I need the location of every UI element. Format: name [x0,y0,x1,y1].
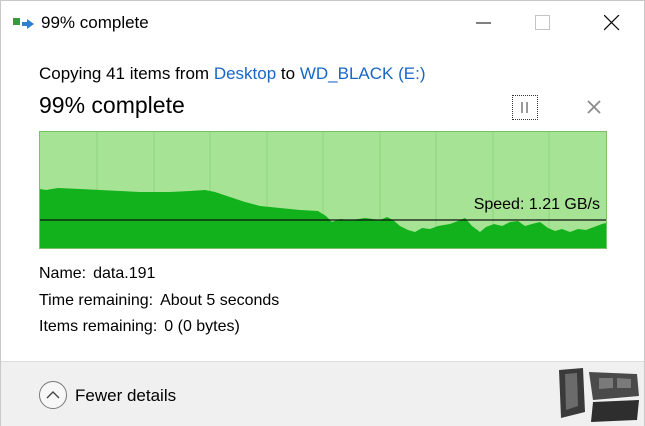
fewer-details-label: Fewer details [75,386,177,405]
time-remaining-label: Time remaining: [39,292,154,309]
pause-button[interactable] [512,95,538,120]
cancel-icon[interactable] [585,98,603,116]
close-icon [604,15,620,31]
name-value: data.191 [93,265,156,282]
file-copy-dialog: 99% complete Copying 41 items from Deskt… [0,0,645,426]
maximize-button[interactable] [520,1,566,46]
close-button[interactable] [589,1,635,46]
file-copy-icon [13,18,34,29]
destination-link[interactable]: WD_BLACK (E:) [300,64,426,83]
window-title: 99% complete [41,13,149,32]
name-label: Name: [39,265,87,282]
time-remaining-value: About 5 seconds [160,292,280,309]
speed-label: Speed: 1.21 GB/s [473,196,600,213]
source-link[interactable]: Desktop [214,64,276,83]
copy-summary: Copying 41 items from Desktop to WD_BLAC… [39,64,425,84]
title-bar: 99% complete [1,1,644,46]
dialog-footer: Fewer details [1,361,644,426]
copy-prefix-text: Copying 41 items from [39,64,210,83]
time-remaining-row: Time remaining: About 5 seconds [39,292,279,310]
items-remaining-row: Items remaining: 0 (0 bytes) [39,318,240,336]
connector-text: to [280,64,296,83]
site-logo-watermark [559,368,639,422]
minimize-icon [476,22,491,24]
progress-percent-heading: 99% complete [39,92,185,118]
speed-graph-canvas [40,132,606,248]
speed-graph: Speed: 1.21 GB/s [39,131,607,249]
chevron-up-icon [39,381,67,409]
maximize-icon [535,15,550,30]
items-remaining-value: 0 (0 bytes) [164,318,240,335]
name-row: Name: data.191 [39,265,155,283]
items-remaining-label: Items remaining: [39,318,158,335]
minimize-button[interactable] [461,1,507,46]
